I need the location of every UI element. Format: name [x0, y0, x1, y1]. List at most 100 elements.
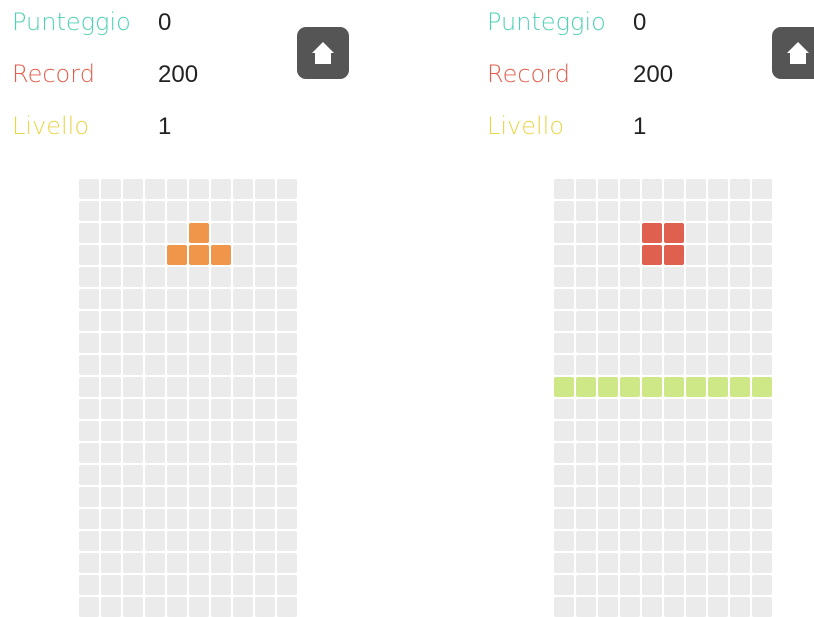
empty-cell	[554, 201, 574, 221]
empty-cell	[752, 575, 772, 595]
empty-cell	[554, 179, 574, 199]
empty-cell	[708, 355, 728, 375]
empty-cell	[686, 223, 706, 243]
empty-cell	[554, 443, 574, 463]
empty-cell	[189, 201, 209, 221]
empty-cell	[730, 531, 750, 551]
empty-cell	[211, 355, 231, 375]
filled-cell	[576, 377, 596, 397]
empty-cell	[145, 465, 165, 485]
empty-cell	[554, 421, 574, 441]
empty-cell	[167, 465, 187, 485]
empty-cell	[576, 597, 596, 617]
empty-cell	[686, 333, 706, 353]
empty-cell	[598, 399, 618, 419]
empty-cell	[708, 179, 728, 199]
empty-cell	[277, 399, 297, 419]
empty-cell	[598, 289, 618, 309]
empty-cell	[167, 355, 187, 375]
empty-cell	[233, 289, 253, 309]
empty-cell	[708, 245, 728, 265]
empty-cell	[598, 421, 618, 441]
filled-cell	[642, 245, 662, 265]
empty-cell	[101, 289, 121, 309]
empty-cell	[620, 333, 640, 353]
empty-cell	[233, 399, 253, 419]
filled-cell	[664, 245, 684, 265]
empty-cell	[233, 201, 253, 221]
home-button[interactable]	[297, 27, 349, 79]
filled-cell	[167, 245, 187, 265]
empty-cell	[277, 179, 297, 199]
empty-cell	[79, 289, 99, 309]
empty-cell	[255, 575, 275, 595]
home-button[interactable]	[772, 27, 814, 79]
empty-cell	[277, 487, 297, 507]
empty-cell	[101, 245, 121, 265]
empty-cell	[708, 289, 728, 309]
empty-cell	[145, 267, 165, 287]
empty-cell	[255, 597, 275, 617]
empty-cell	[730, 223, 750, 243]
empty-cell	[277, 509, 297, 529]
empty-cell	[233, 377, 253, 397]
empty-cell	[642, 597, 662, 617]
empty-cell	[167, 421, 187, 441]
empty-cell	[686, 289, 706, 309]
empty-cell	[686, 201, 706, 221]
empty-cell	[255, 289, 275, 309]
empty-cell	[79, 201, 99, 221]
empty-cell	[189, 289, 209, 309]
empty-cell	[79, 421, 99, 441]
empty-cell	[598, 267, 618, 287]
empty-cell	[686, 245, 706, 265]
empty-cell	[708, 553, 728, 573]
empty-cell	[598, 223, 618, 243]
filled-cell	[598, 377, 618, 397]
empty-cell	[79, 245, 99, 265]
empty-cell	[189, 597, 209, 617]
empty-cell	[79, 311, 99, 331]
empty-cell	[664, 399, 684, 419]
empty-cell	[664, 267, 684, 287]
empty-cell	[167, 223, 187, 243]
empty-cell	[167, 289, 187, 309]
empty-cell	[167, 267, 187, 287]
empty-cell	[686, 465, 706, 485]
empty-cell	[576, 443, 596, 463]
empty-cell	[145, 311, 165, 331]
record-value: 200	[633, 61, 674, 88]
empty-cell	[620, 443, 640, 463]
empty-cell	[211, 487, 231, 507]
empty-cell	[664, 333, 684, 353]
empty-cell	[576, 245, 596, 265]
filled-cell	[664, 377, 684, 397]
empty-cell	[752, 355, 772, 375]
empty-cell	[598, 245, 618, 265]
empty-cell	[554, 223, 574, 243]
empty-cell	[708, 487, 728, 507]
empty-cell	[79, 355, 99, 375]
empty-cell	[277, 355, 297, 375]
empty-cell	[101, 531, 121, 551]
empty-cell	[145, 443, 165, 463]
empty-cell	[145, 223, 165, 243]
empty-cell	[123, 553, 143, 573]
empty-cell	[255, 355, 275, 375]
empty-cell	[233, 509, 253, 529]
empty-cell	[255, 553, 275, 573]
empty-cell	[752, 487, 772, 507]
empty-cell	[233, 333, 253, 353]
filled-cell	[686, 377, 706, 397]
empty-cell	[686, 443, 706, 463]
record-label: Record	[12, 60, 95, 88]
level-value: 1	[633, 113, 647, 140]
empty-cell	[123, 399, 143, 419]
empty-cell	[211, 179, 231, 199]
empty-cell	[620, 465, 640, 485]
empty-cell	[730, 597, 750, 617]
empty-cell	[620, 289, 640, 309]
filled-cell	[554, 377, 574, 397]
empty-cell	[730, 575, 750, 595]
empty-cell	[211, 421, 231, 441]
